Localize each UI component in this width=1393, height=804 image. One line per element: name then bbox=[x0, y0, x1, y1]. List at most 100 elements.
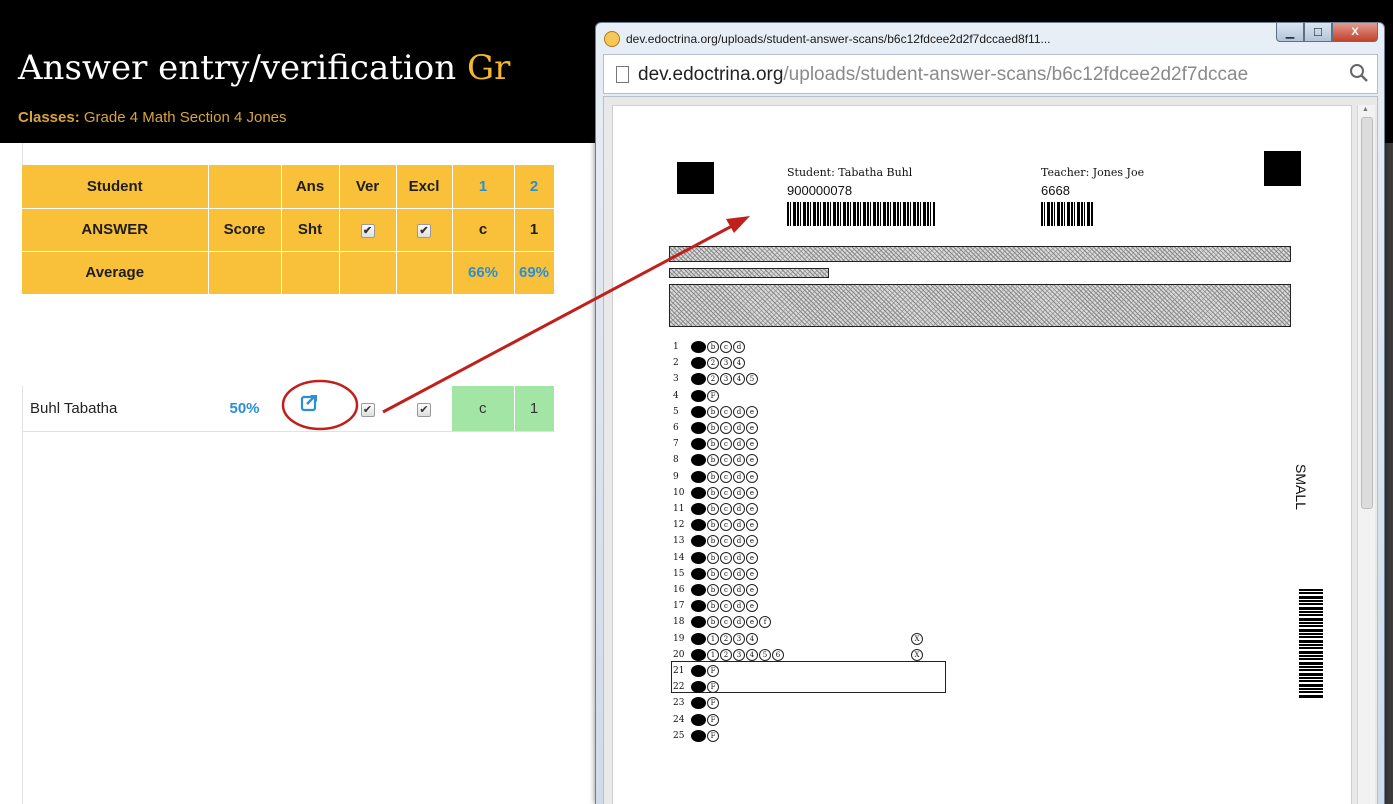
answer-key-q2[interactable]: 1 bbox=[514, 208, 555, 252]
empty-bubble: c bbox=[720, 422, 732, 434]
student-ver-checkbox[interactable]: ✔ bbox=[360, 402, 375, 417]
empty-bubble: d bbox=[733, 600, 745, 613]
filled-bubble bbox=[691, 567, 706, 580]
bubble-row-number: 24 bbox=[673, 714, 685, 725]
bubble-row: 11 b c d e bbox=[673, 502, 759, 516]
scrollbar-thumb[interactable] bbox=[1361, 117, 1373, 509]
average-empty-excl bbox=[396, 251, 453, 295]
bubble-row: 20 1 2 3 4 5 6 X bbox=[673, 648, 923, 662]
site-favicon-icon bbox=[604, 31, 620, 47]
bubble-row-number: 10 bbox=[673, 487, 685, 498]
page-title-main: Answer entry/verification bbox=[18, 48, 457, 88]
empty-bubble: c bbox=[720, 567, 732, 580]
bubble-row-number: 19 bbox=[673, 633, 685, 644]
bubble-row: 14 b c d e bbox=[673, 551, 759, 565]
filled-bubble bbox=[691, 357, 706, 370]
excl-all-checkbox[interactable]: ✔ bbox=[417, 224, 431, 238]
bubble-row-number: 18 bbox=[673, 617, 685, 628]
filled-bubble bbox=[691, 486, 706, 499]
answer-key-q1[interactable]: c bbox=[452, 208, 515, 252]
grid-answer-key-row: ANSWER Score Sht ✔ ✔ c 1 bbox=[22, 208, 555, 252]
col-header-q1[interactable]: 1 bbox=[452, 165, 515, 209]
empty-bubble: 4 bbox=[733, 357, 745, 370]
filled-bubble bbox=[691, 454, 706, 467]
student-excl-checkbox[interactable]: ✔ bbox=[417, 402, 431, 417]
x-bubble: X bbox=[911, 648, 923, 661]
average-empty-score bbox=[208, 251, 282, 295]
empty-bubble: e bbox=[746, 422, 758, 434]
filled-bubble bbox=[691, 422, 706, 434]
empty-bubble: c bbox=[720, 584, 732, 596]
bubble-row-number: 7 bbox=[673, 439, 679, 450]
empty-bubble: 2 bbox=[720, 632, 732, 645]
scan-teacher-id: 6668 bbox=[1041, 183, 1070, 198]
empty-bubble: 3 bbox=[733, 632, 745, 645]
address-url[interactable]: dev.edoctrina.org/uploads/student-answer… bbox=[638, 64, 1338, 86]
scan-teacher-line: Teacher: Jones Joe bbox=[1041, 166, 1145, 179]
bubble-row: 23 F bbox=[673, 696, 720, 710]
empty-bubble: e bbox=[746, 470, 758, 483]
address-bar[interactable]: dev.edoctrina.org/uploads/student-answer… bbox=[603, 54, 1378, 94]
empty-bubble: b bbox=[707, 438, 719, 451]
empty-bubble: 4 bbox=[746, 648, 758, 661]
bubble-row: 2234 bbox=[673, 356, 746, 370]
col-header-ver: Ver bbox=[339, 165, 397, 209]
filled-bubble bbox=[691, 697, 706, 710]
page-title-accent: Gr bbox=[466, 48, 511, 88]
bubble-row: 15 b c d e bbox=[673, 567, 759, 581]
scan-popup-window: dev.edoctrina.org/uploads/student-answer… bbox=[595, 22, 1385, 804]
filled-bubble bbox=[691, 729, 706, 742]
student-answer-q1[interactable]: c bbox=[452, 386, 515, 432]
bubble-row: 22 F bbox=[673, 680, 720, 694]
answer-sheet-scan: Student: Tabatha Buhl 900000078 Teacher:… bbox=[612, 105, 1352, 804]
scroll-up-icon[interactable]: ▲ bbox=[1362, 106, 1369, 113]
empty-bubble: d bbox=[733, 438, 745, 451]
vertical-scrollbar[interactable]: ▲ bbox=[1357, 105, 1375, 804]
empty-bubble: b bbox=[707, 470, 719, 483]
score-label: Score bbox=[208, 208, 282, 252]
empty-bubble: c bbox=[720, 438, 732, 451]
empty-bubble: b bbox=[707, 600, 719, 613]
popup-title: dev.edoctrina.org/uploads/student-answer… bbox=[626, 32, 1051, 46]
student-answer-q2[interactable]: 1 bbox=[514, 386, 555, 432]
bubble-row-number: 21 bbox=[673, 666, 685, 676]
empty-bubble: F bbox=[707, 713, 719, 726]
average-empty-ver bbox=[339, 251, 397, 295]
ver-all-cell: ✔ bbox=[339, 208, 397, 252]
col-header-q2[interactable]: 2 bbox=[514, 165, 555, 209]
bubble-row-number: 1 bbox=[673, 342, 679, 352]
window-controls: ▁ ☐ X bbox=[1276, 23, 1378, 43]
answer-sheet-label: Sht bbox=[281, 208, 340, 252]
empty-bubble: c bbox=[720, 600, 732, 613]
empty-bubble: e bbox=[746, 519, 758, 532]
maximize-button[interactable]: ☐ bbox=[1304, 23, 1332, 42]
empty-bubble: e bbox=[746, 503, 758, 515]
classes-line: Classes: Grade 4 Math Section 4 Jones bbox=[18, 109, 287, 126]
popup-content: Student: Tabatha Buhl 900000078 Teacher:… bbox=[603, 96, 1378, 804]
empty-bubble: e bbox=[746, 551, 758, 564]
bubble-row: 10 b c d e bbox=[673, 486, 759, 500]
close-button[interactable]: X bbox=[1332, 23, 1378, 42]
empty-bubble: 1 bbox=[707, 648, 719, 661]
empty-bubble: c bbox=[720, 341, 732, 353]
bubble-row: 12 b c d e bbox=[673, 518, 759, 532]
open-scan-icon[interactable] bbox=[300, 392, 320, 412]
filled-bubble bbox=[691, 632, 706, 645]
empty-bubble: d bbox=[733, 422, 745, 434]
empty-bubble: e bbox=[746, 600, 758, 613]
empty-bubble: c bbox=[720, 616, 732, 629]
empty-bubble: c bbox=[720, 535, 732, 548]
minimize-button[interactable]: ▁ bbox=[1276, 23, 1304, 42]
empty-bubble: d bbox=[733, 503, 745, 515]
empty-bubble: b bbox=[707, 519, 719, 532]
empty-bubble: F bbox=[707, 697, 719, 710]
ver-all-checkbox[interactable]: ✔ bbox=[360, 224, 375, 238]
empty-bubble: d bbox=[733, 454, 745, 467]
empty-bubble: 2 bbox=[707, 373, 719, 386]
search-icon[interactable] bbox=[1349, 63, 1369, 83]
filled-bubble bbox=[691, 535, 706, 548]
bubble-row-number: 17 bbox=[673, 601, 685, 612]
registration-mark-left bbox=[677, 162, 714, 194]
popup-titlebar[interactable]: dev.edoctrina.org/uploads/student-answer… bbox=[596, 23, 1384, 53]
filled-bubble bbox=[691, 470, 706, 483]
